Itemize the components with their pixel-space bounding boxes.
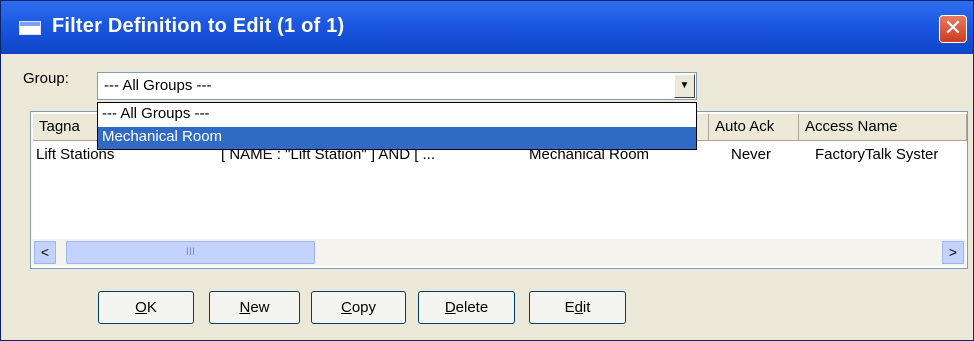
delete-button[interactable]: Delete bbox=[418, 291, 515, 324]
column-header-tagname[interactable]: Tagna bbox=[33, 114, 103, 141]
ok-label: K bbox=[146, 299, 157, 316]
new-mnemonic: N bbox=[239, 299, 251, 316]
new-button[interactable]: New bbox=[209, 291, 300, 324]
scroll-left-button[interactable]: < bbox=[34, 241, 56, 264]
filter-definition-dialog: Filter Definition to Edit (1 of 1) ✕ Gro… bbox=[0, 0, 974, 341]
dropdown-option-all-groups[interactable]: --- All Groups --- bbox=[98, 104, 696, 126]
chevron-down-icon: ▼ bbox=[679, 80, 690, 91]
edit-label-rest: it bbox=[582, 299, 591, 316]
new-label: ew bbox=[250, 299, 270, 316]
horizontal-scrollbar[interactable]: < III > bbox=[32, 239, 966, 266]
cell-access-name: FactoryTalk Syster bbox=[815, 146, 939, 163]
column-header-access-name[interactable]: Access Name bbox=[799, 114, 967, 141]
edit-mnemonic: d bbox=[574, 299, 583, 316]
scroll-thumb[interactable]: III bbox=[66, 241, 315, 264]
scroll-right-button[interactable]: > bbox=[942, 241, 964, 264]
ok-button[interactable]: OK bbox=[98, 291, 194, 324]
delete-mnemonic: D bbox=[444, 299, 456, 316]
edit-label-first: E bbox=[564, 299, 575, 316]
group-dropdown-list[interactable]: --- All Groups --- Mechanical Room bbox=[97, 102, 697, 150]
window-icon bbox=[19, 21, 41, 35]
grip-icon: III bbox=[185, 246, 196, 258]
close-icon: ✕ bbox=[943, 16, 963, 41]
group-select[interactable]: --- All Groups --- ▼ bbox=[97, 72, 697, 100]
close-button[interactable]: ✕ bbox=[939, 15, 967, 43]
copy-mnemonic: C bbox=[340, 299, 352, 316]
edit-button[interactable]: Edit bbox=[529, 291, 626, 324]
cell-auto-ack: Never bbox=[731, 146, 772, 163]
dropdown-button[interactable]: ▼ bbox=[674, 74, 695, 98]
title-bar[interactable]: Filter Definition to Edit (1 of 1) ✕ bbox=[1, 1, 973, 54]
ok-mnemonic: O bbox=[135, 299, 147, 316]
group-select-value: --- All Groups --- bbox=[104, 77, 212, 94]
column-header-auto-ack[interactable]: Auto Ack bbox=[709, 114, 799, 141]
copy-button[interactable]: Copy bbox=[311, 291, 406, 324]
window-title: Filter Definition to Edit (1 of 1) bbox=[52, 15, 345, 37]
group-label: Group: bbox=[23, 70, 69, 87]
dropdown-option-mechanical-room[interactable]: Mechanical Room bbox=[98, 127, 696, 149]
chevron-left-icon: < bbox=[40, 244, 50, 260]
copy-label: opy bbox=[351, 299, 377, 316]
chevron-right-icon: > bbox=[948, 244, 958, 260]
delete-label: elete bbox=[455, 299, 489, 316]
